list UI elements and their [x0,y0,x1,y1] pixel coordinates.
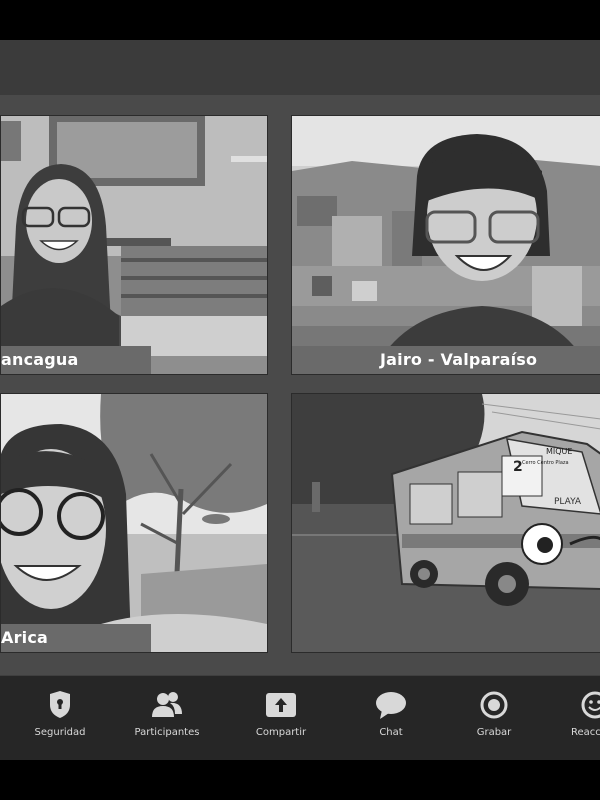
record-button[interactable]: Grabar [449,690,539,752]
chat-button[interactable]: Chat [346,690,436,752]
bus-route-sign: MIQUE [546,447,572,456]
record-label: Grabar [476,727,512,738]
participants-button[interactable]: Participantes [122,690,212,752]
participants-icon [122,690,212,724]
reactions-label: Reacci [571,727,600,738]
bus-destination-label: PLAYA [554,497,582,507]
meeting-toolbar: Seguridad Participantes Compartir Chat G… [0,676,600,760]
chat-label: Chat [379,727,403,738]
bottom-letterbox [0,760,600,800]
video-tile-4[interactable]: MIQUE 2 Cerro Centro Plaza PLAYA [291,393,600,653]
reactions-icon [550,690,600,724]
participant-video-1 [1,116,267,374]
top-letterbox [0,0,600,40]
record-icon [449,690,539,724]
participant-name-1: ancagua [1,346,151,374]
security-label: Seguridad [34,727,86,738]
participants-label: Participantes [134,727,200,738]
bus-animation-video: MIQUE 2 Cerro Centro Plaza PLAYA [292,394,600,652]
security-button[interactable]: Seguridad [15,690,105,752]
participant-name-3: Arica [1,624,151,652]
video-gallery: ancagua Jairo - Valparaíso Arica MIQUE 2… [0,95,600,675]
participant-video-2 [292,116,600,374]
video-tile-2[interactable]: Jairo - Valparaíso [291,115,600,375]
share-screen-label: Compartir [255,727,307,738]
share-screen-icon [236,690,326,724]
video-tile-3[interactable]: Arica [0,393,268,653]
shield-icon [15,690,105,724]
participant-name-2: Jairo - Valparaíso [292,346,600,374]
participant-video-3 [1,394,267,652]
reactions-button[interactable]: Reacci [550,690,600,752]
bus-via-sign: Cerro Centro Plaza [522,460,569,466]
chat-icon [346,690,436,724]
video-tile-1[interactable]: ancagua [0,115,268,375]
meeting-header [0,40,600,95]
meeting-window: ancagua Jairo - Valparaíso Arica MIQUE 2… [0,40,600,760]
share-screen-button[interactable]: Compartir [236,690,326,752]
